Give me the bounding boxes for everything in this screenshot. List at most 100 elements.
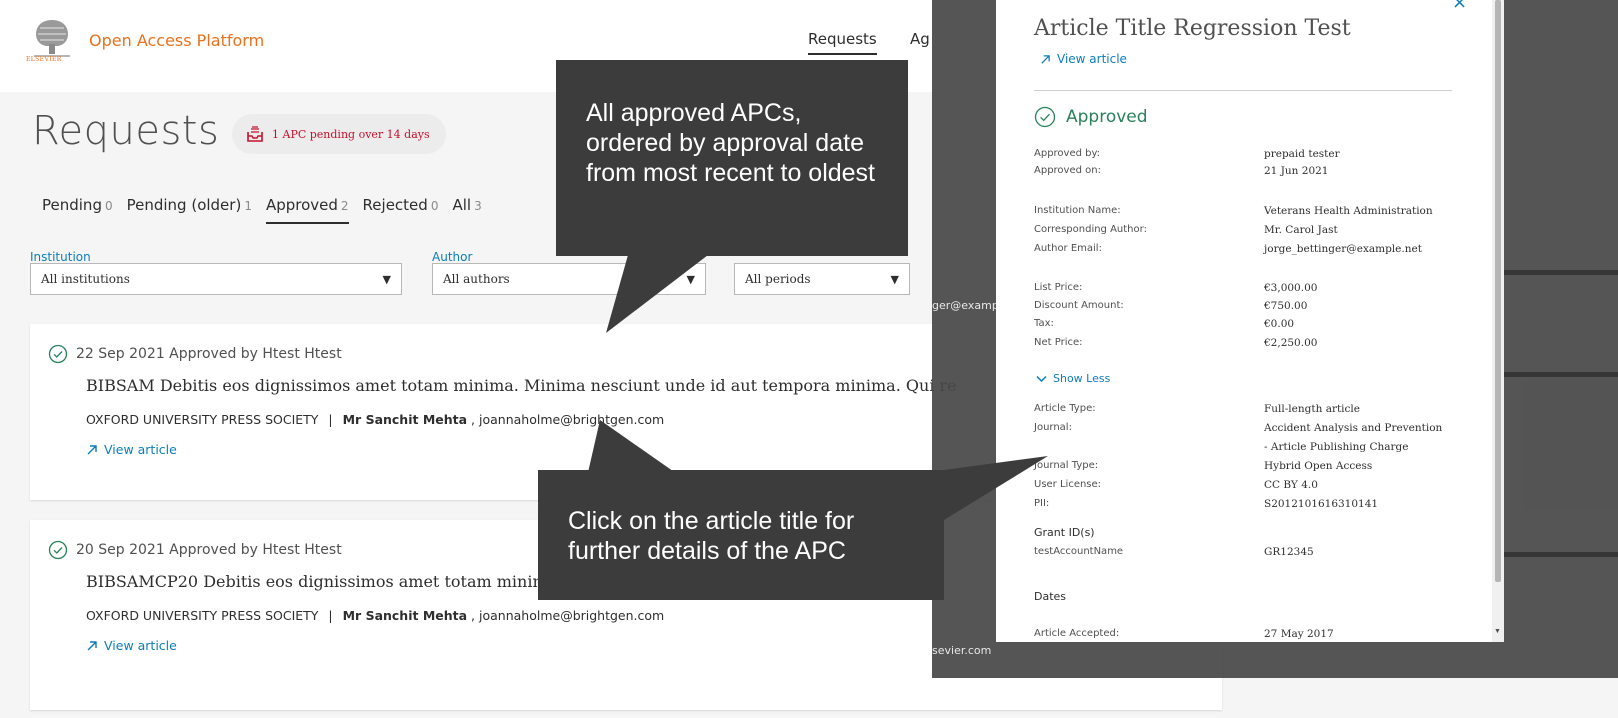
tab-label: Pending (older) [126, 196, 242, 214]
show-less-label: Show Less [1053, 372, 1111, 385]
institution-filter-label: Institution [30, 250, 91, 264]
period-filter[interactable]: All periods ▼ [734, 263, 910, 295]
institution-filter[interactable]: All institutions ▼ [30, 263, 402, 295]
dates-heading: Dates [1034, 590, 1067, 603]
field-value: Accident Analysis and Prevention [1264, 422, 1443, 434]
caret-down-icon: ▼ [382, 272, 391, 286]
nav-agreements[interactable]: Ag [910, 30, 930, 48]
close-icon[interactable]: × [1452, 0, 1467, 13]
divider [1034, 90, 1452, 91]
card-status: 22 Sep 2021 Approved by Htest Htest [48, 344, 342, 364]
field-value: Veterans Health Administration [1264, 205, 1433, 217]
tab-label: Pending [42, 196, 102, 214]
callout-text: All approved APCs, ordered by approval d… [586, 99, 876, 187]
field-value: jorge_bettinger@example.net [1264, 243, 1422, 255]
field-label: Tax: [1034, 318, 1054, 329]
institution-filter-value: All institutions [41, 272, 130, 286]
article-title-link[interactable]: BIBSAM Debitis eos dignissimos amet tota… [86, 376, 957, 395]
field-label: User License: [1034, 479, 1102, 490]
callout-text: Click on the article title for further d… [568, 507, 855, 565]
field-label: Approved on: [1034, 165, 1101, 176]
panel-scrollbar-thumb[interactable] [1495, 0, 1501, 582]
tab-label: Rejected [362, 196, 428, 214]
tab-count: 0 [430, 199, 439, 213]
apc-detail-panel: × Article Title Regression Test View art… [996, 0, 1504, 642]
publisher: OXFORD UNIVERSITY PRESS SOCIETY [86, 608, 319, 623]
field-label: Journal: [1034, 422, 1072, 433]
tab-count: 2 [340, 199, 349, 213]
field-label: Approved by: [1034, 148, 1101, 159]
external-arrow-icon [87, 444, 97, 454]
field-value: 21 Jun 2021 [1264, 165, 1329, 177]
field-value: €3,000.00 [1264, 282, 1318, 294]
meta-separator: | [328, 608, 333, 623]
brand-name[interactable]: Open Access Platform [89, 31, 264, 50]
field-label: Author Email: [1034, 243, 1102, 254]
meta-separator: | [328, 412, 333, 427]
tab-all[interactable]: All 3 [452, 196, 481, 224]
show-less-toggle[interactable]: Show Less [1036, 372, 1110, 385]
view-article-link[interactable]: View article [86, 638, 177, 653]
field-label: testAccountName [1034, 546, 1124, 557]
card-status-text: 20 Sep 2021 Approved by Htest Htest [76, 542, 342, 558]
field-value: 27 May 2017 [1264, 628, 1334, 640]
panel-status: Approved [1034, 106, 1148, 128]
peek-text: ger@examp [932, 299, 999, 312]
callout-approved-order: All approved APCs, ordered by approval d… [556, 60, 908, 256]
article-title-link[interactable]: BIBSAMCP20 Debitis eos dignissimos amet … [86, 572, 557, 591]
field-label: List Price: [1034, 282, 1083, 293]
field-value: €2,250.00 [1264, 337, 1318, 349]
tab-count: 3 [474, 199, 482, 213]
card-status: 20 Sep 2021 Approved by Htest Htest [48, 540, 342, 560]
overlay-divider [1500, 552, 1618, 557]
field-label: Journal Type: [1034, 460, 1099, 471]
overlay-divider [1500, 372, 1618, 377]
overlay-divider [1500, 270, 1618, 275]
card-meta: OXFORD UNIVERSITY PRESS SOCIETY | Mr San… [86, 412, 664, 427]
panel-view-article-link[interactable]: View article [1040, 52, 1127, 66]
tab-count: 0 [104, 199, 113, 213]
external-arrow-icon [1041, 54, 1050, 64]
scroll-down-icon[interactable]: ▼ [1494, 628, 1501, 635]
caret-down-icon: ▼ [890, 272, 899, 286]
view-article-label: View article [1057, 52, 1127, 66]
author-email: , joannaholme@brightgen.com [471, 412, 665, 427]
field-label: Net Price: [1034, 337, 1083, 348]
peek-text: sevier.com [932, 644, 992, 657]
tab-count: 1 [244, 199, 252, 213]
field-value: CC BY 4.0 [1264, 479, 1318, 491]
field-label: PII: [1034, 498, 1050, 509]
inbox-alert-icon [247, 126, 263, 142]
author-email: , joannaholme@brightgen.com [471, 608, 665, 623]
tab-label: All [452, 196, 472, 214]
check-circle-icon [48, 344, 68, 364]
view-article-label: View article [104, 638, 177, 653]
field-value: Mr. Carol Jast [1264, 224, 1338, 236]
field-label: Article Type: [1034, 403, 1096, 414]
panel-title: Article Title Regression Test [1034, 16, 1351, 41]
tab-pending-older[interactable]: Pending (older) 1 [127, 196, 252, 224]
tab-rejected[interactable]: Rejected 0 [363, 196, 439, 224]
publisher: OXFORD UNIVERSITY PRESS SOCIETY [86, 412, 319, 427]
tab-pending[interactable]: Pending 0 [42, 196, 113, 224]
external-arrow-icon [87, 640, 97, 650]
field-value: - Article Publishing Charge [1264, 441, 1409, 453]
grant-heading: Grant ID(s) [1034, 526, 1095, 539]
nav-requests[interactable]: Requests [808, 30, 877, 55]
author-filter-label: Author [432, 250, 473, 264]
pending-badge[interactable]: 1 APC pending over 14 days [232, 114, 446, 154]
field-value: Full-length article [1264, 403, 1360, 415]
tab-approved[interactable]: Approved 2 [265, 196, 349, 224]
callout-article-title: Click on the article title for further d… [538, 470, 944, 600]
view-article-link[interactable]: View article [86, 442, 177, 457]
field-value: GR12345 [1264, 546, 1314, 558]
field-label: Institution Name: [1034, 205, 1121, 216]
field-value: prepaid tester [1264, 148, 1340, 160]
field-value: Hybrid Open Access [1264, 460, 1373, 472]
logo-wordmark: ELSEVIER [26, 56, 62, 63]
view-article-label: View article [104, 442, 177, 457]
caret-down-icon: ▼ [686, 272, 695, 286]
author-filter[interactable]: All authors ▼ [432, 263, 706, 295]
chevron-down-icon [1036, 375, 1047, 382]
period-filter-value: All periods [745, 272, 811, 286]
